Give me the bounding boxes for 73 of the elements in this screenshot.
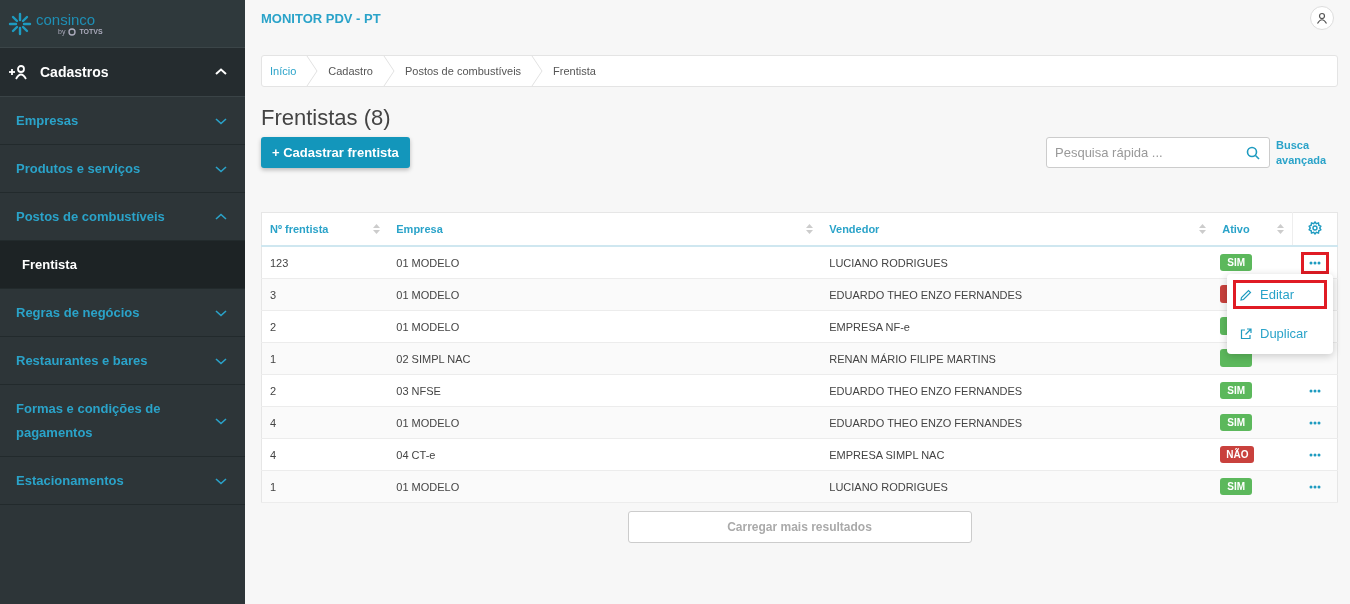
search-icon [1246,146,1260,160]
table-cell: 01 MODELO [388,406,822,439]
table-cell: EDUARDO THEO ENZO FERNANDES [821,374,1215,407]
table-cell: 2 [261,374,389,407]
chevron-icon [215,476,227,485]
sort-icon[interactable] [806,224,814,234]
menu-item[interactable]: Editar [1233,280,1327,309]
table-cell: 1 [261,470,389,503]
chevron-icon [215,212,227,221]
breadcrumb-link[interactable]: Postos de combustíveis [394,65,532,77]
more-icon [1308,260,1321,265]
more-icon [1308,452,1321,457]
partner-logo-icon [68,27,77,36]
table-cell: 03 NFSE [388,374,822,407]
table-cell: 1 [261,342,389,375]
table-cell: LUCIANO RODRIGUES [821,470,1215,503]
table-cell: RENAN MÁRIO FILIPE MARTINS [821,342,1215,375]
chevron-icon [215,308,227,317]
add-user-icon [8,64,28,80]
table-cell: 4 [261,406,389,439]
column-header[interactable]: Ativo [1222,223,1250,235]
sort-icon[interactable] [1277,224,1285,234]
breadcrumb-link[interactable]: Início [262,65,307,77]
status-badge: SIM [1220,414,1253,431]
sidebar-subitem[interactable]: Frentista [0,241,245,289]
table-cell: EDUARDO THEO ENZO FERNANDES [821,278,1215,311]
sort-icon[interactable] [373,224,381,234]
sort-icon[interactable] [1199,224,1207,234]
logo-icon [8,11,32,36]
column-header[interactable]: Nº frentista [270,223,329,235]
advanced-search-link[interactable]: Busca avançada [1276,137,1338,168]
table-cell: EMPRESA NF-e [821,310,1215,343]
column-header[interactable]: Vendedor [829,223,880,235]
table-cell: 01 MODELO [388,246,822,279]
menu-item[interactable]: Duplicar [1233,319,1327,348]
search-field[interactable]: Pesquisa rápida ... [1046,137,1270,168]
column-header[interactable]: Empresa [396,223,443,235]
page-title: Frentistas (8) [261,105,392,131]
table-cell: 01 MODELO [388,310,822,343]
chevron-icon [215,356,227,365]
table-cell: 123 [261,246,389,279]
pencil-icon [1240,288,1252,301]
table-cell: LUCIANO RODRIGUES [821,246,1215,279]
table-cell: 4 [261,438,389,471]
table-cell: 04 CT-e [388,438,822,471]
status-badge: NÃO [1220,446,1255,463]
status-badge: SIM [1220,254,1253,271]
chevron-icon [215,164,227,173]
chevron-icon [215,68,227,76]
settings-icon[interactable] [1308,221,1323,235]
add-button[interactable]: + Cadastrar frentista [261,137,410,168]
status-badge: SIM [1220,382,1253,399]
chevron-icon [215,416,227,425]
table-cell: 02 SIMPL NAC [388,342,822,375]
more-icon [1308,484,1321,489]
breadcrumb-link[interactable]: Frentista [543,65,606,77]
more-icon [1308,388,1321,393]
table-cell: 3 [261,278,389,311]
table-cell: 01 MODELO [388,278,822,311]
breadcrumb-link[interactable]: Cadastro [318,65,383,77]
brand-name: consinco [36,11,97,28]
chevron-icon [215,116,227,125]
sidebar-section[interactable]: Cadastros [0,48,245,97]
table-cell: EMPRESA SIMPL NAC [821,438,1215,471]
more-icon [1308,420,1321,425]
table-cell: EDUARDO THEO ENZO FERNANDES [821,406,1215,439]
table-cell: 01 MODELO [388,470,822,503]
user-icon [1316,12,1328,24]
external-link-icon [1240,327,1252,340]
table-cell: 2 [261,310,389,343]
app-title: MONITOR PDV - PT [261,10,381,26]
status-badge: SIM [1220,478,1253,495]
user-button[interactable] [1310,6,1334,30]
